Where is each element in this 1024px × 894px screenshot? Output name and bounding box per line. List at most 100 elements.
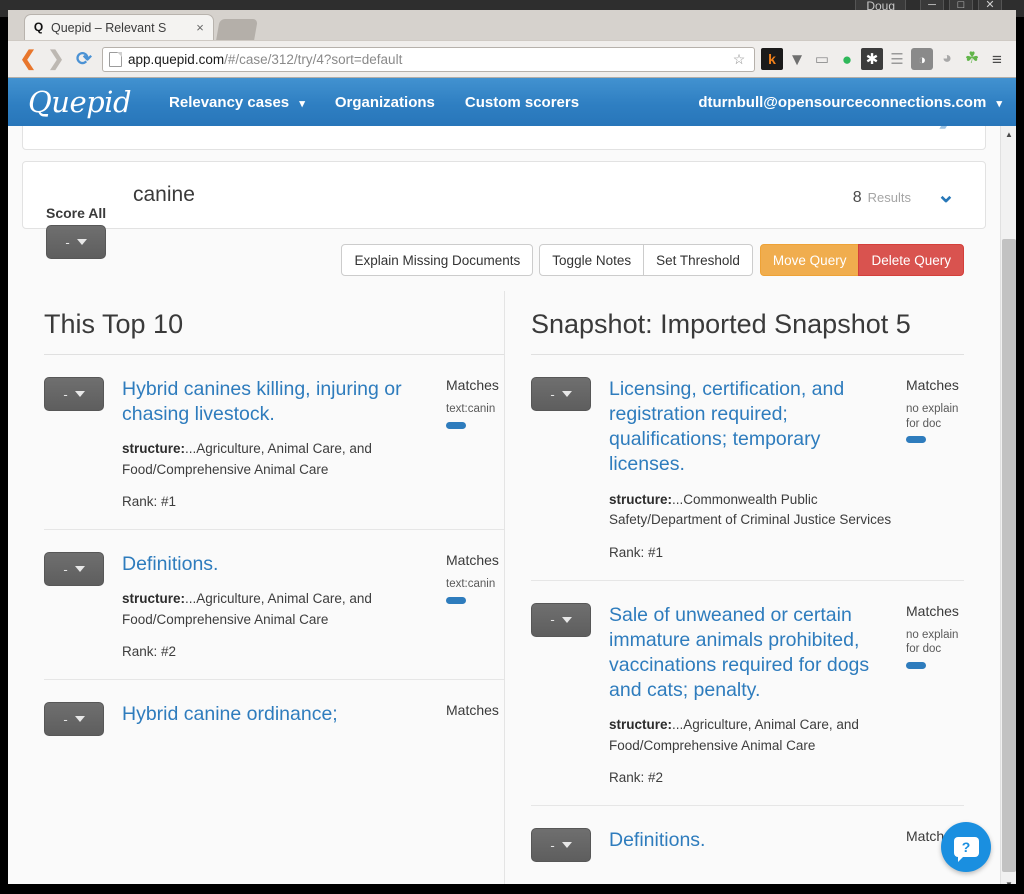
kippt-extension-icon[interactable]: k <box>761 48 783 70</box>
doc-title-link[interactable]: Hybrid canines killing, injuring or chas… <box>122 377 440 427</box>
back-icon[interactable]: ❮ <box>14 49 42 69</box>
score-all-value: - <box>65 234 70 250</box>
query-header-chocolat[interactable]: Chocolat 0 Results ❯ <box>23 126 985 149</box>
url-path: /#/case/312/try/4?sort=default <box>224 51 403 67</box>
hangouts-extension-icon[interactable]: ● <box>836 48 858 70</box>
chevron-right-icon[interactable]: ❯ <box>929 126 963 127</box>
nav-item-organizations[interactable]: Organizations <box>335 94 435 111</box>
query-card-chocolat: Chocolat 0 Results ❯ <box>22 126 986 150</box>
results-columns: This Top 10 - Hybrid canines killing, in… <box>44 291 964 886</box>
list-item: - Definitions. structure:...Agriculture, <box>44 529 504 679</box>
doc-rank: Rank: #1 <box>609 544 664 560</box>
app-navbar: Quepid Relevancy cases ▾ Organizations C… <box>8 78 1016 126</box>
doc-score-dropdown[interactable]: - <box>531 828 591 863</box>
page-viewport: Quepid Relevancy cases ▾ Organizations C… <box>8 78 1016 892</box>
matches-bar <box>906 436 926 444</box>
doc-field: structure:...Commonwealth Public Safety/… <box>609 490 900 531</box>
app-logo[interactable]: Quepid <box>28 85 132 119</box>
caret-down-icon <box>561 616 572 623</box>
query-action-buttons: Explain Missing Documents Toggle Notes S… <box>341 244 964 276</box>
score-all-dropdown[interactable]: - <box>46 225 106 259</box>
results-column-right: Snapshot: Imported Snapshot 5 - Licensin… <box>504 291 964 886</box>
delete-query-button[interactable]: Delete Query <box>858 244 964 276</box>
forward-icon[interactable]: ❯ <box>42 49 70 69</box>
doc-score-dropdown[interactable]: - <box>531 602 591 637</box>
cast-extension-icon[interactable]: ▭ <box>811 48 833 70</box>
doc-title-link[interactable]: Sale of unweaned or certain immature ani… <box>609 603 900 704</box>
nav-item-custom-scorers-label: Custom scorers <box>464 93 580 111</box>
doc-main: Sale of unweaned or certain immature ani… <box>609 603 906 786</box>
asterisk-extension-icon[interactable]: ✱ <box>861 48 883 70</box>
move-query-button[interactable]: Move Query <box>759 244 860 276</box>
evernote-extension-icon[interactable]: ☘ <box>961 48 983 70</box>
matches-tokens: no explain for doc <box>906 403 959 430</box>
browser-tab-title: Quepid – Relevant S <box>51 20 167 35</box>
score-all-group: Score All - <box>46 205 106 259</box>
browser-menu-icon[interactable]: ≡ <box>986 48 1008 70</box>
matches-tokens: text:canin <box>446 578 496 591</box>
tab-close-icon[interactable]: × <box>193 20 207 35</box>
nav-item-relevancy-cases[interactable]: Relevancy cases ▾ <box>169 94 305 111</box>
doc-score-value: - <box>550 386 555 402</box>
doc-score-dropdown[interactable]: - <box>44 552 104 587</box>
list-item: - Hybrid canine ordinance; Matches <box>44 679 504 759</box>
doc-title-link[interactable]: Definitions. <box>609 828 900 853</box>
toggle-notes-button[interactable]: Toggle Notes <box>539 244 645 276</box>
help-chat-icon[interactable]: ? <box>941 822 991 872</box>
shield-extension-icon[interactable]: ▼ <box>786 48 808 70</box>
list-item: - Licensing, certification, and registra… <box>531 355 964 580</box>
bookmark-star-icon[interactable]: ☆ <box>730 51 748 68</box>
query-header-canine[interactable]: canine 8 Results ⌄ <box>23 162 985 228</box>
doc-rank: Rank: #2 <box>122 644 177 660</box>
doc-score-cell: - <box>531 602 609 786</box>
new-tab-button[interactable] <box>216 19 258 40</box>
list-extension-icon[interactable]: ☰ <box>886 48 908 70</box>
caret-down-icon <box>74 391 85 397</box>
ghostery-extension-icon[interactable]: ◑ <box>911 48 933 70</box>
set-threshold-button[interactable]: Set Threshold <box>643 244 753 276</box>
page-info-icon <box>109 51 122 67</box>
doc-field: structure:...Agriculture, Animal Care, a… <box>609 715 900 756</box>
doc-title-link[interactable]: Definitions. <box>122 552 440 577</box>
caret-down-icon <box>561 391 572 397</box>
scroll-up-arrow-icon[interactable]: ▲ <box>1001 126 1016 142</box>
right-column-title: Snapshot: Imported Snapshot 5 <box>531 309 911 339</box>
doc-main: Hybrid canine ordinance; <box>122 702 446 739</box>
chevron-down-icon[interactable]: ⌄ <box>929 183 963 206</box>
account-email: dturnbull@opensourceconnections.com <box>698 93 987 111</box>
nav-item-custom-scorers[interactable]: Custom scorers <box>465 94 579 111</box>
url-host: app.quepid.com <box>128 51 225 67</box>
query-toolbar: Score All - Explain Missing Documents To… <box>22 205 986 291</box>
list-item: - Hybrid canines killing, injuring or ch… <box>44 355 504 529</box>
doc-field-label: structure: <box>609 717 673 733</box>
chat-extension-icon[interactable]: ◕ <box>936 48 958 70</box>
doc-score-dropdown[interactable]: - <box>44 377 104 411</box>
vertical-scrollbar[interactable]: ▲ ▼ <box>1000 126 1016 892</box>
scroll-region: Chocolat 0 Results ❯ canin <box>8 126 1000 892</box>
queries-list: Chocolat 0 Results ❯ canin <box>8 126 1000 886</box>
browser-tab[interactable]: Q Quepid – Relevant S × <box>24 14 214 40</box>
account-chevron-down-icon: ▾ <box>996 97 1002 110</box>
doc-matches-cell: Matches no explain for doc <box>906 603 964 786</box>
query-card-canine: canine 8 Results ⌄ <box>22 161 986 229</box>
doc-title-link[interactable]: Licensing, certification, and registrati… <box>609 377 900 478</box>
caret-down-icon <box>561 842 572 849</box>
extension-toolbar: k ▼ ▭ ● ✱ ☰ ◑ ◕ ☘ ≡ <box>761 48 1010 70</box>
nav-item-organizations-label: Organizations <box>334 93 435 111</box>
doc-score-dropdown[interactable]: - <box>44 702 104 737</box>
doc-rank: Rank: #2 <box>609 770 664 786</box>
address-input[interactable]: app.quepid.com /#/case/312/try/4?sort=de… <box>102 46 755 72</box>
doc-score-cell: - <box>531 828 609 865</box>
doc-matches-cell: Matches text:canin <box>446 552 504 659</box>
doc-score-cell: - <box>44 377 122 509</box>
account-menu[interactable]: dturnbull@opensourceconnections.com ▾ <box>698 94 1002 111</box>
screen-bottom-mask <box>0 884 1024 894</box>
doc-title-link[interactable]: Hybrid canine ordinance; <box>122 702 440 727</box>
scrollbar-thumb[interactable] <box>1002 239 1016 872</box>
doc-score-dropdown[interactable]: - <box>531 377 591 411</box>
app-nav-links: Relevancy cases ▾ Organizations Custom s… <box>169 94 579 111</box>
query-name: Chocolat <box>133 126 216 129</box>
reload-icon[interactable]: ⟳ <box>70 50 98 69</box>
doc-score-cell: - <box>44 552 122 659</box>
explain-missing-documents-button[interactable]: Explain Missing Documents <box>341 244 534 276</box>
